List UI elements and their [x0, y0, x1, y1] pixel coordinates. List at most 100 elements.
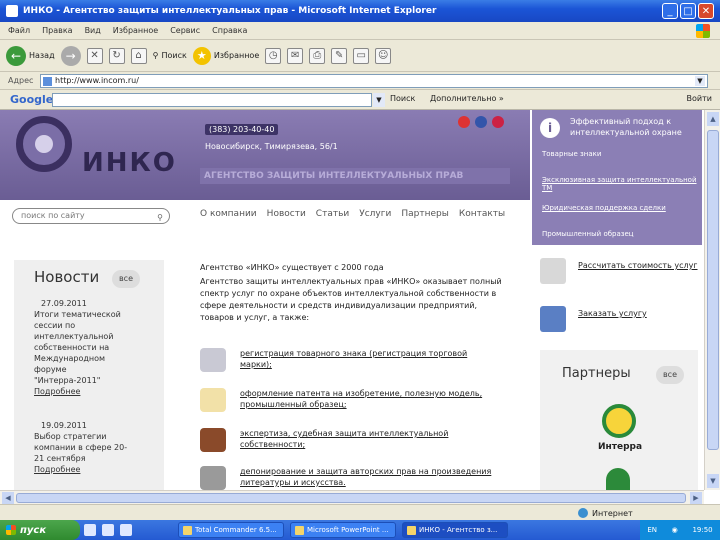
site-logo-text[interactable]: ИНКО	[82, 148, 177, 178]
refresh-button[interactable]: ↻	[108, 47, 125, 64]
search-button[interactable]: ⚲ Поиск	[153, 51, 187, 60]
search-label: Поиск	[161, 51, 187, 60]
menu-tools[interactable]: Сервис	[170, 26, 200, 35]
interra-logo-icon[interactable]	[602, 404, 636, 438]
minimize-button[interactable]: _	[662, 3, 678, 19]
task-total-commander[interactable]: Total Commander 6.5...	[178, 522, 284, 538]
dropdown-link[interactable]: Промышленный образец	[542, 230, 634, 238]
site-logo-icon[interactable]	[16, 116, 72, 172]
scroll-down-button[interactable]: ▼	[707, 474, 719, 488]
vertical-scrollbar[interactable]: ▲ ▼	[704, 110, 720, 490]
address-dropdown-button[interactable]: ▼	[695, 76, 705, 86]
show-desktop-icon[interactable]	[84, 524, 96, 536]
menu-view[interactable]: Вид	[85, 26, 101, 35]
google-dropdown-button[interactable]: ▼	[373, 93, 385, 107]
flag-en-icon[interactable]	[475, 116, 487, 128]
forward-button[interactable]: →	[60, 45, 81, 66]
media-player-icon[interactable]	[120, 524, 132, 536]
back-button[interactable]: ← Назад	[6, 45, 55, 66]
language-indicator[interactable]: EN	[647, 526, 657, 534]
menu-file[interactable]: Файл	[8, 26, 30, 35]
service-link[interactable]: депонирование и защита авторских прав на…	[240, 466, 500, 488]
service-item[interactable]: депонирование и защита авторских прав на…	[200, 464, 500, 490]
search-icon[interactable]: ⚲	[157, 211, 163, 225]
news-title: Новости	[34, 268, 100, 286]
favorites-label: Избранное	[213, 51, 260, 60]
gavel-icon	[200, 428, 226, 452]
favorites-button[interactable]: ★ Избранное	[192, 46, 260, 65]
scroll-left-button[interactable]: ◀	[2, 492, 14, 504]
horizontal-scrollbar[interactable]: ◀ ▶	[0, 490, 704, 504]
intro-heading: Агентство «ИНКО» существует с 2000 года	[200, 263, 384, 272]
folder-button[interactable]: ▭	[353, 47, 370, 64]
task-ie[interactable]: ИНКО - Агентство з...	[402, 522, 508, 538]
dropdown-link[interactable]: Эксклюзивная защита интеллектуальной ТМ	[542, 176, 702, 192]
calculate-cost-link[interactable]: Рассчитать стоимость услуг	[540, 256, 700, 290]
service-item[interactable]: регистрация товарного знака (регистрация…	[200, 346, 500, 376]
service-link[interactable]: оформление патента на изобретение, полез…	[240, 388, 500, 410]
flag-cn-icon[interactable]	[492, 116, 504, 128]
typewriter-icon	[200, 466, 226, 490]
menu-edit[interactable]: Правка	[42, 26, 72, 35]
maximize-button[interactable]: □	[680, 3, 696, 19]
menu-favorites[interactable]: Избранное	[113, 26, 158, 35]
news-text[interactable]: Итоги тематической сессии по интеллектуа…	[34, 310, 121, 385]
dropdown-link[interactable]: Юридическая поддержка сделки	[542, 204, 666, 212]
service-item[interactable]: оформление патента на изобретение, полез…	[200, 386, 500, 416]
site-address: Новосибирск, Тимирязева, 56/1	[205, 142, 338, 151]
history-button[interactable]: ◷	[265, 47, 282, 64]
scroll-thumb[interactable]	[707, 130, 719, 450]
tray-icon[interactable]: ◉	[672, 526, 678, 534]
news-all-button[interactable]: все	[112, 270, 140, 288]
start-button[interactable]: пуск	[0, 520, 80, 540]
intro-body: Агентство защиты интеллектуальных прав «…	[200, 277, 502, 322]
google-logo[interactable]: Google	[10, 93, 53, 106]
service-link[interactable]: регистрация товарного знака (регистрация…	[240, 348, 500, 370]
partner-logo-icon[interactable]	[606, 468, 630, 490]
calculate-cost-label[interactable]: Рассчитать стоимость услуг	[578, 260, 698, 271]
mail-button[interactable]: ✉	[287, 47, 304, 64]
site-search-placeholder: поиск по сайту	[21, 211, 85, 220]
google-more-button[interactable]: Дополнительно »	[430, 94, 504, 103]
nav-articles[interactable]: Статьи	[316, 209, 349, 219]
scroll-up-button[interactable]: ▲	[707, 112, 719, 126]
nav-partners[interactable]: Партнеры	[401, 209, 448, 219]
address-input[interactable]: http://www.incom.ru/ ▼	[40, 74, 708, 88]
clock: 19:50	[692, 526, 713, 534]
partners-all-button[interactable]: все	[656, 366, 684, 384]
partners-panel: Партнеры все Интерра	[540, 350, 698, 490]
ie-quicklaunch-icon[interactable]	[102, 524, 114, 536]
order-service-label[interactable]: Заказать услугу	[578, 308, 698, 319]
flag-ru-icon[interactable]	[458, 116, 470, 128]
partner-name[interactable]: Интерра	[598, 442, 642, 452]
site-search-input[interactable]: поиск по сайту ⚲	[12, 208, 170, 224]
google-signin-button[interactable]: Войти	[687, 94, 712, 103]
stop-button[interactable]: ✕	[86, 47, 103, 64]
back-label: Назад	[29, 51, 55, 60]
nav-news[interactable]: Новости	[267, 209, 306, 219]
menu-help[interactable]: Справка	[212, 26, 247, 35]
google-search-input[interactable]	[52, 93, 372, 107]
print-button[interactable]: ⎙	[309, 47, 326, 64]
hammer-icon	[200, 348, 226, 372]
edit-button[interactable]: ✎	[331, 47, 348, 64]
dropdown-link[interactable]: Товарные знаки	[542, 150, 601, 158]
scroll-thumb[interactable]	[16, 493, 686, 503]
scroll-right-button[interactable]: ▶	[690, 492, 702, 504]
google-search-button[interactable]: Поиск	[390, 94, 415, 103]
order-service-link[interactable]: Заказать услугу	[540, 304, 700, 338]
page-icon	[43, 77, 52, 86]
news-text[interactable]: Выбор стратегии компании в сфере 20-21 с…	[34, 432, 127, 463]
home-button[interactable]: ⌂	[130, 47, 147, 64]
service-item[interactable]: экспертиза, судебная защита интеллектуал…	[200, 426, 500, 456]
google-search-label: Поиск	[390, 94, 416, 103]
service-link[interactable]: экспертиза, судебная защита интеллектуал…	[240, 428, 500, 450]
task-powerpoint[interactable]: Microsoft PowerPoint ...	[290, 522, 396, 538]
nav-contacts[interactable]: Контакты	[459, 209, 505, 219]
nav-about[interactable]: О компании	[200, 209, 257, 219]
nav-services[interactable]: Услуги	[359, 209, 391, 219]
news-more-link[interactable]: Подробнее	[34, 387, 80, 396]
close-button[interactable]: ✕	[698, 3, 714, 19]
messenger-button[interactable]: ☺	[375, 47, 392, 64]
news-more-link[interactable]: Подробнее	[34, 465, 80, 474]
